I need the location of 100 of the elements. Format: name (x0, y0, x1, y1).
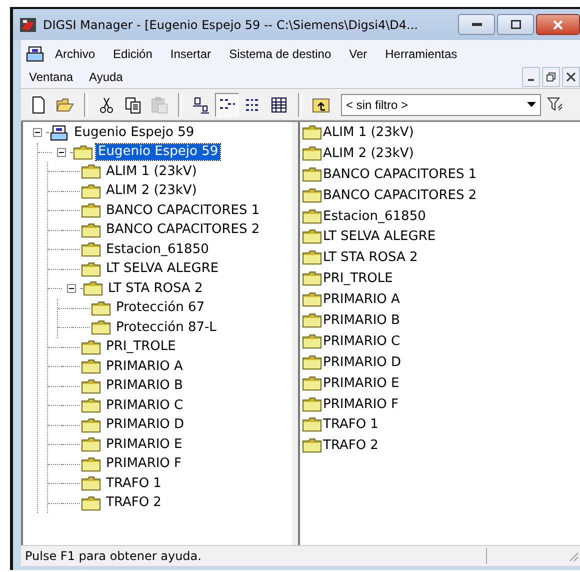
tree-item[interactable]: Protección 87-L (114, 320, 218, 336)
pane-splitter[interactable] (292, 122, 300, 545)
folder-icon (81, 241, 101, 258)
large-icons-icon (192, 96, 210, 114)
menu-item[interactable]: Herramientas (376, 44, 466, 62)
list-item[interactable]: BANCO CAPACITORES 1 (323, 166, 477, 182)
tree-item[interactable]: TRAFO 2 (104, 495, 164, 512)
restore-icon (546, 72, 556, 82)
copy-icon (124, 96, 142, 114)
tree-item[interactable]: Eugenio Espejo 59 (96, 144, 220, 160)
close-button[interactable] (562, 66, 580, 86)
folder-icon (81, 260, 101, 278)
menu-item[interactable]: Ver (340, 44, 376, 62)
tree-item[interactable]: PRIMARIO D (104, 417, 186, 434)
tree-item[interactable]: Protección 67 (114, 300, 206, 316)
menu-item[interactable]: Sistema de destino (220, 44, 340, 62)
folder-icon (81, 456, 101, 473)
minus-icon (32, 128, 42, 138)
folder-icon (56, 96, 74, 114)
tree-item[interactable]: LT STA ROSA 2 (106, 280, 205, 297)
tree-item[interactable]: Eugenio Espejo 59 (72, 124, 196, 141)
tree-item[interactable]: BANCO CAPACITORES 2 (104, 222, 262, 238)
folder-icon (302, 270, 322, 288)
folder-icon (302, 312, 322, 329)
list-item[interactable]: PRI_TROLE (323, 271, 393, 286)
tree-item[interactable]: Estacion_61850 (104, 242, 211, 258)
folder-icon (302, 144, 322, 162)
close-button[interactable] (536, 14, 580, 35)
tree-item[interactable]: LT SELVA ALEGRE (104, 261, 221, 278)
folder-icon (302, 416, 322, 434)
menu-item[interactable]: Edición (104, 44, 162, 62)
restore-button[interactable] (542, 66, 560, 86)
clipboard-icon (150, 96, 168, 114)
list-item[interactable]: PRIMARIO B (323, 312, 400, 328)
up-folder-icon (312, 96, 330, 114)
resize-grip-icon (567, 550, 579, 562)
minimize-button[interactable] (522, 66, 540, 86)
minimize-icon (528, 78, 534, 80)
minus-icon (66, 284, 76, 294)
minimize-button[interactable] (458, 14, 495, 35)
tree-item[interactable]: PRI_TROLE (104, 339, 178, 356)
folder-icon (81, 494, 101, 512)
folder-icon (302, 354, 322, 371)
list-item[interactable]: PRIMARIO F (323, 396, 399, 412)
list-item[interactable]: PRIMARIO C (323, 334, 400, 349)
tree-item[interactable]: TRAFO 1 (104, 476, 164, 492)
list-item[interactable]: BANCO CAPACITORES 2 (323, 188, 477, 203)
folder-icon (91, 319, 111, 336)
list-item[interactable]: TRAFO 2 (323, 438, 378, 454)
folder-icon (302, 374, 322, 392)
folder-icon (81, 378, 101, 395)
details-icon (270, 96, 288, 114)
folder-icon (81, 436, 101, 454)
list-item[interactable]: LT SELVA ALEGRE (323, 229, 436, 244)
list-item[interactable]: Estacion_61850 (323, 208, 426, 224)
list-item[interactable]: ALIM 2 (23kV) (323, 146, 414, 161)
app-icon (19, 16, 37, 32)
tree-item[interactable]: PRIMARIO F (104, 456, 184, 472)
menu-item[interactable]: Archivo (46, 44, 104, 62)
tree-item[interactable]: ALIM 2 (23kV) (104, 183, 199, 200)
tree-item[interactable]: PRIMARIO C (104, 398, 186, 414)
tree-item[interactable]: PRIMARIO E (104, 436, 184, 453)
menu-item[interactable]: Insertar (161, 44, 220, 62)
status-text: Pulse F1 para obtener ayuda. (24, 549, 202, 563)
folder-icon (302, 396, 322, 413)
tree-item[interactable]: ALIM 1 (23kV) (104, 164, 199, 180)
folder-icon (302, 208, 322, 224)
toolbar-button[interactable] (215, 92, 239, 116)
list-item[interactable]: PRIMARIO E (323, 376, 400, 391)
dropdown-arrow-icon (527, 102, 536, 108)
folder-icon (81, 416, 101, 434)
menu-item[interactable]: Ayuda (81, 68, 131, 86)
maximize-button[interactable] (497, 14, 534, 35)
folder-icon (81, 222, 101, 239)
maximize-icon (510, 20, 520, 29)
window-title: DIGSI Manager - [Eugenio Espejo 59 -- C:\Siemens\Digsi4\D4... (43, 18, 419, 32)
folder-icon (91, 300, 111, 317)
folder-icon (302, 437, 322, 454)
tree-item[interactable]: PRIMARIO A (104, 358, 185, 375)
list-item[interactable]: ALIM 1 (23kV) (323, 124, 414, 140)
tree-item[interactable]: BANCO CAPACITORES 1 (104, 202, 262, 219)
folder-icon (81, 182, 101, 200)
tree-item[interactable]: PRIMARIO B (104, 378, 185, 394)
list-item[interactable]: PRIMARIO A (323, 292, 400, 308)
close-icon (553, 20, 563, 30)
list-item[interactable]: PRIMARIO D (323, 354, 402, 370)
minus-icon (56, 148, 66, 157)
folder-icon (302, 249, 322, 266)
folder-icon (302, 124, 322, 141)
filter-dropdown[interactable]: < sin filtro > (341, 94, 541, 116)
folder-icon (81, 358, 101, 376)
folder-icon (81, 338, 101, 356)
list-item[interactable]: LT STA ROSA 2 (323, 250, 418, 266)
list-item[interactable]: TRAFO 1 (323, 417, 378, 432)
folder-icon (302, 186, 322, 204)
close-icon (566, 72, 576, 82)
folder-icon (302, 166, 322, 183)
folder-icon (81, 475, 101, 492)
menu-item[interactable]: Ventana (21, 68, 82, 86)
folder-icon (73, 144, 93, 161)
